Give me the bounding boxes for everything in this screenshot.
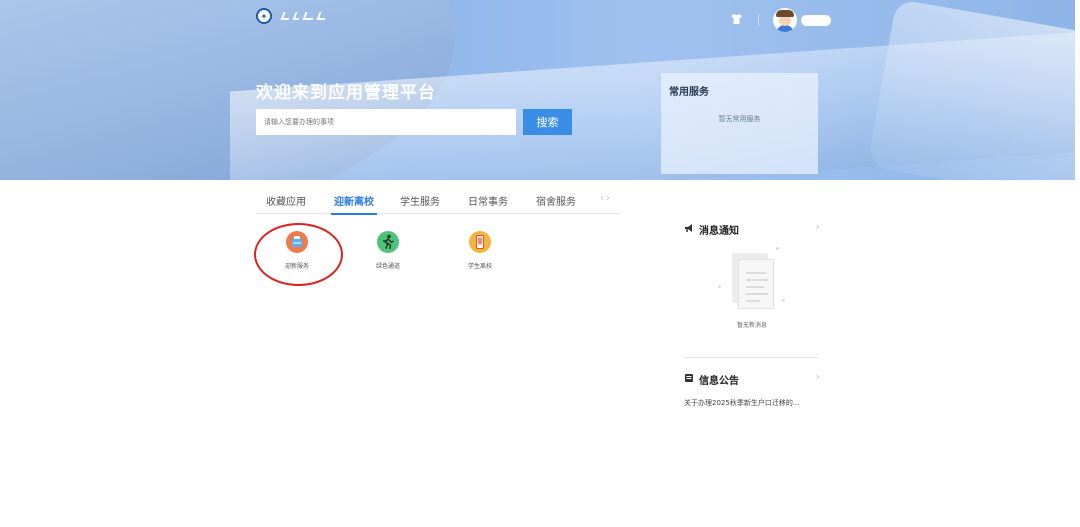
tab-welcome-leave[interactable]: 迎新离校 [331, 190, 377, 215]
username-label[interactable] [801, 14, 831, 26]
tab-student-services[interactable]: 学生服务 [400, 190, 440, 214]
university-name-logo [280, 10, 332, 22]
chevron-right-icon[interactable]: › [816, 220, 820, 233]
favorites-empty-text: 暂无常用服务 [718, 115, 761, 123]
app-label: 绿色通道 [375, 263, 400, 270]
university-seal-icon: ✦ [256, 8, 272, 24]
notice-item[interactable]: 关于办理2025秋季新生户口迁移的... [684, 398, 824, 408]
app-student-leave[interactable]: 学生离校 [450, 231, 510, 270]
search-button[interactable]: 搜索 [523, 109, 572, 135]
welcome-title: 欢迎来到应用管理平台 [256, 83, 436, 103]
favorites-title: 常用服务 [669, 87, 709, 98]
divider [684, 357, 818, 358]
tab-daily-affairs[interactable]: 日常事务 [468, 190, 508, 214]
app-label: 学生离校 [467, 263, 492, 270]
university-logo[interactable]: ✦ [256, 8, 332, 24]
app-label: 迎新服务 [284, 263, 309, 270]
hero-banner: ✦ 欢迎来到应用管理平台 搜索 常用服务 暂无常用服务 [0, 0, 1075, 180]
empty-document-icon [718, 247, 788, 311]
tab-scroll-arrows-icon[interactable]: ‹› [600, 193, 612, 204]
notice-header[interactable]: 信息公告 › [684, 370, 820, 387]
chevron-right-icon[interactable]: › [816, 370, 820, 383]
welcome-service-icon [286, 231, 308, 253]
search-input[interactable] [256, 109, 516, 135]
user-area [730, 8, 831, 32]
avatar[interactable] [773, 8, 797, 32]
app-green-channel[interactable]: 绿色通道 [358, 231, 418, 270]
favorites-panel: 常用服务 暂无常用服务 [661, 73, 818, 174]
category-tabs: 收藏应用 迎新离校 学生服务 日常事务 宿舍服务 [256, 190, 620, 215]
app-welcome-service[interactable]: 迎新服务 [267, 231, 327, 270]
student-leave-icon [469, 231, 491, 253]
notice-title: 信息公告 [699, 376, 739, 387]
news-header[interactable]: 消息通知 › [684, 220, 820, 237]
tab-dorm-services[interactable]: 宿舍服务 [536, 190, 576, 214]
megaphone-icon [684, 223, 694, 236]
news-empty-text: 暂无新消息 [736, 322, 767, 329]
news-title: 消息通知 [699, 226, 739, 237]
skin-theme-icon[interactable] [730, 14, 742, 26]
green-channel-icon [377, 231, 399, 253]
book-icon [684, 373, 694, 386]
tab-favorites[interactable]: 收藏应用 [266, 190, 306, 214]
